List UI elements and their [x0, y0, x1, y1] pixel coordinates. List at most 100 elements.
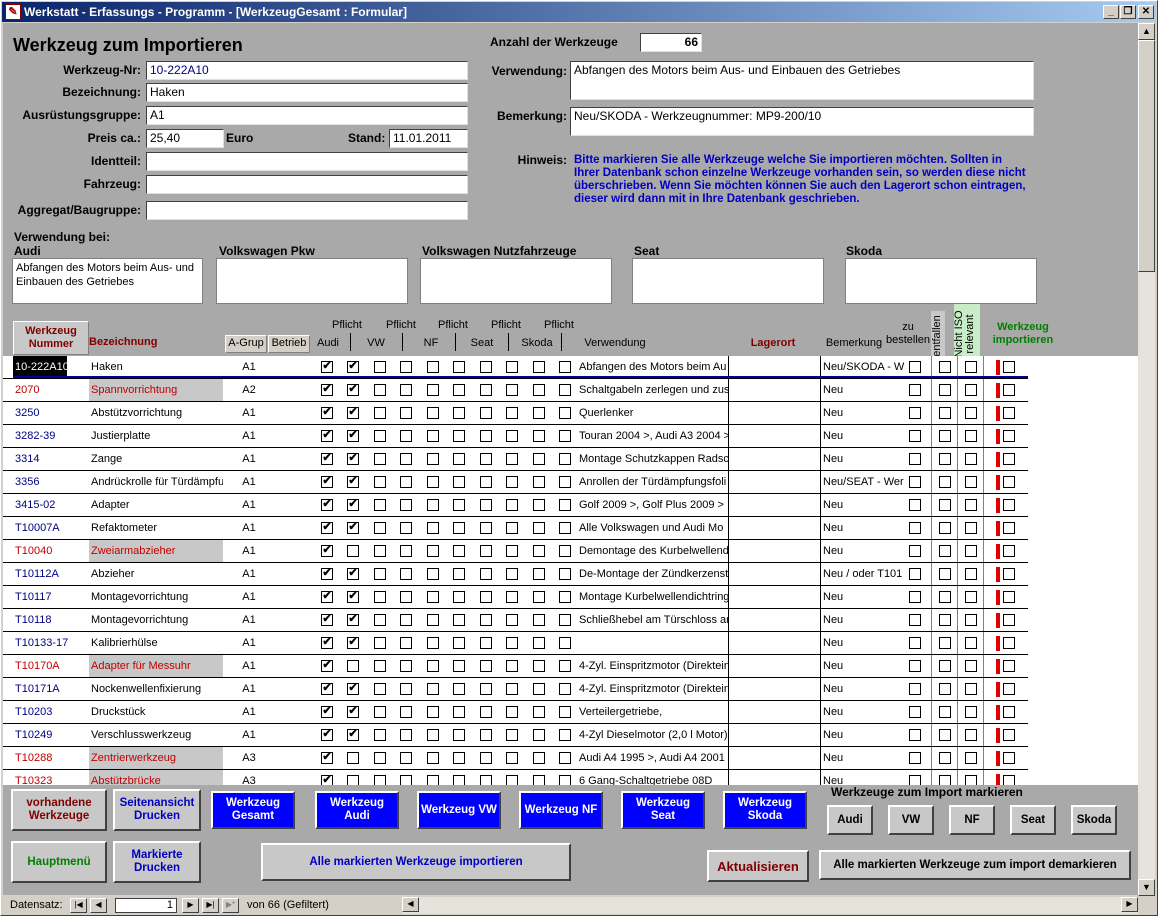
status-checkbox[interactable] — [909, 637, 921, 649]
pflicht-checkbox[interactable] — [453, 476, 465, 488]
table-row[interactable]: T10112A Abzieher A1 ✔ ✔ De-Montage der Zündke… — [3, 563, 1138, 586]
vorhandene-werkzeuge-button[interactable]: vorhandene Werkzeuge — [11, 789, 107, 831]
lagerort-cell[interactable] — [729, 655, 821, 677]
pflicht-checkbox[interactable]: ✔ — [347, 430, 359, 442]
pflicht-checkbox[interactable] — [506, 706, 518, 718]
pflicht-checkbox[interactable]: ✔ — [347, 591, 359, 603]
pflicht-checkbox[interactable] — [400, 637, 412, 649]
werkzeug-gesamt-button[interactable]: Werkzeug Gesamt — [211, 791, 295, 829]
agrup-cell[interactable]: A1 — [233, 448, 263, 470]
werkzeug-nummer-cell[interactable]: 3282-39 — [13, 425, 88, 447]
record-number-field[interactable]: 1 — [115, 898, 177, 913]
pflicht-checkbox[interactable] — [559, 568, 571, 580]
status-checkbox[interactable] — [909, 729, 921, 741]
bezeichnung-cell[interactable]: Abstützbrücke — [89, 770, 223, 785]
stand-field[interactable]: 11.01.2011 — [389, 129, 468, 148]
bemerkung-cell[interactable]: Neu — [821, 540, 905, 562]
pflicht-checkbox[interactable] — [559, 453, 571, 465]
bezeichnung-cell[interactable]: Andrückrolle für Türdämpfur — [89, 471, 223, 493]
pflicht-checkbox[interactable] — [480, 384, 492, 396]
aktualisieren-button[interactable]: Aktualisieren — [707, 850, 809, 882]
pflicht-checkbox[interactable] — [400, 660, 412, 672]
status-checkbox[interactable] — [909, 361, 921, 373]
verwendung-cell[interactable]: De-Montage der Zündkerzenst — [577, 563, 729, 585]
import-checkbox[interactable] — [1003, 384, 1015, 396]
bemerkung-cell[interactable]: Neu — [821, 379, 905, 401]
werkzeug-nummer-cell[interactable]: T10117 — [13, 586, 88, 608]
status-checkbox[interactable] — [909, 476, 921, 488]
pflicht-checkbox[interactable] — [453, 637, 465, 649]
pflicht-checkbox[interactable] — [506, 660, 518, 672]
pflicht-checkbox[interactable]: ✔ — [347, 637, 359, 649]
status-checkbox[interactable] — [939, 384, 951, 396]
verwendung-cell[interactable]: Golf 2009 >, Golf Plus 2009 > — [577, 494, 729, 516]
status-checkbox[interactable] — [909, 499, 921, 511]
minimize-icon[interactable]: _ — [1103, 5, 1119, 19]
col-header-betrieb[interactable]: Betrieb — [268, 335, 310, 353]
verwendung-field[interactable]: Abfangen des Motors beim Aus- und Einbau… — [570, 61, 1034, 100]
lagerort-cell[interactable] — [729, 540, 821, 562]
status-checkbox[interactable] — [939, 591, 951, 603]
pflicht-checkbox[interactable] — [453, 430, 465, 442]
status-checkbox[interactable] — [939, 729, 951, 741]
bezeichnung-cell[interactable]: Zentrierwerkzeug — [89, 747, 223, 769]
fahrzeug-field[interactable] — [146, 175, 468, 194]
agrup-cell[interactable]: A1 — [233, 471, 263, 493]
pflicht-checkbox[interactable] — [533, 476, 545, 488]
pflicht-checkbox[interactable] — [533, 407, 545, 419]
bezeichnung-field[interactable]: Haken — [146, 83, 468, 102]
pflicht-checkbox[interactable] — [480, 752, 492, 764]
agrup-cell[interactable]: A3 — [233, 770, 263, 785]
bezeichnung-cell[interactable]: Verschlusswerkzeug — [89, 724, 223, 746]
pflicht-checkbox[interactable]: ✔ — [321, 361, 333, 373]
preis-field[interactable]: 25,40 — [146, 129, 224, 148]
pflicht-checkbox[interactable] — [400, 522, 412, 534]
scroll-down-icon[interactable]: ▼ — [1138, 879, 1155, 896]
lagerort-cell[interactable] — [729, 471, 821, 493]
status-checkbox[interactable] — [965, 660, 977, 672]
table-row[interactable]: T10203 Druckstück A1 ✔ ✔ Verteilergetriebe, Ne… — [3, 701, 1138, 724]
pflicht-checkbox[interactable] — [374, 660, 386, 672]
pflicht-checkbox[interactable]: ✔ — [347, 614, 359, 626]
pflicht-checkbox[interactable] — [400, 568, 412, 580]
agrup-cell[interactable]: A1 — [233, 563, 263, 585]
pflicht-checkbox[interactable] — [400, 453, 412, 465]
agrup-cell[interactable]: A3 — [233, 747, 263, 769]
pflicht-checkbox[interactable] — [533, 729, 545, 741]
werkzeug-nummer-cell[interactable]: T10118 — [13, 609, 88, 631]
lagerort-cell[interactable] — [729, 701, 821, 723]
pflicht-checkbox[interactable] — [374, 453, 386, 465]
pflicht-checkbox[interactable]: ✔ — [321, 384, 333, 396]
pflicht-checkbox[interactable] — [506, 729, 518, 741]
verwendung-cell[interactable] — [577, 632, 729, 654]
status-checkbox[interactable] — [939, 660, 951, 672]
marke-box-vw[interactable] — [216, 258, 408, 304]
status-checkbox[interactable] — [909, 660, 921, 672]
pflicht-checkbox[interactable] — [559, 706, 571, 718]
verwendung-cell[interactable]: Touran 2004 >, Audi A3 2004 > — [577, 425, 729, 447]
verwendung-cell[interactable]: Abfangen des Motors beim Au — [577, 356, 729, 378]
pflicht-checkbox[interactable] — [453, 522, 465, 534]
pflicht-checkbox[interactable] — [374, 361, 386, 373]
status-checkbox[interactable] — [909, 453, 921, 465]
status-checkbox[interactable] — [909, 384, 921, 396]
status-checkbox[interactable] — [965, 752, 977, 764]
bemerkung-cell[interactable]: Neu — [821, 609, 905, 631]
verwendung-cell[interactable]: 4-Zyl. Einspritzmotor (Direktein — [577, 655, 729, 677]
pflicht-checkbox[interactable] — [427, 775, 439, 785]
mark-seat-button[interactable]: Seat — [1010, 805, 1056, 835]
first-record-icon[interactable]: |◀ — [70, 898, 87, 913]
bemerkung-cell[interactable]: Neu — [821, 655, 905, 677]
pflicht-checkbox[interactable] — [559, 407, 571, 419]
status-checkbox[interactable] — [939, 568, 951, 580]
table-row[interactable]: 3282-39 Justierplatte A1 ✔ ✔ Touran 2004 >, A… — [3, 425, 1138, 448]
pflicht-checkbox[interactable] — [533, 614, 545, 626]
bezeichnung-cell[interactable]: Abzieher — [89, 563, 223, 585]
verwendung-cell[interactable]: Demontage des Kurbelwellend — [577, 540, 729, 562]
pflicht-checkbox[interactable]: ✔ — [347, 384, 359, 396]
pflicht-checkbox[interactable]: ✔ — [347, 729, 359, 741]
pflicht-checkbox[interactable] — [453, 384, 465, 396]
pflicht-checkbox[interactable] — [559, 729, 571, 741]
pflicht-checkbox[interactable] — [453, 729, 465, 741]
lagerort-cell[interactable] — [729, 632, 821, 654]
